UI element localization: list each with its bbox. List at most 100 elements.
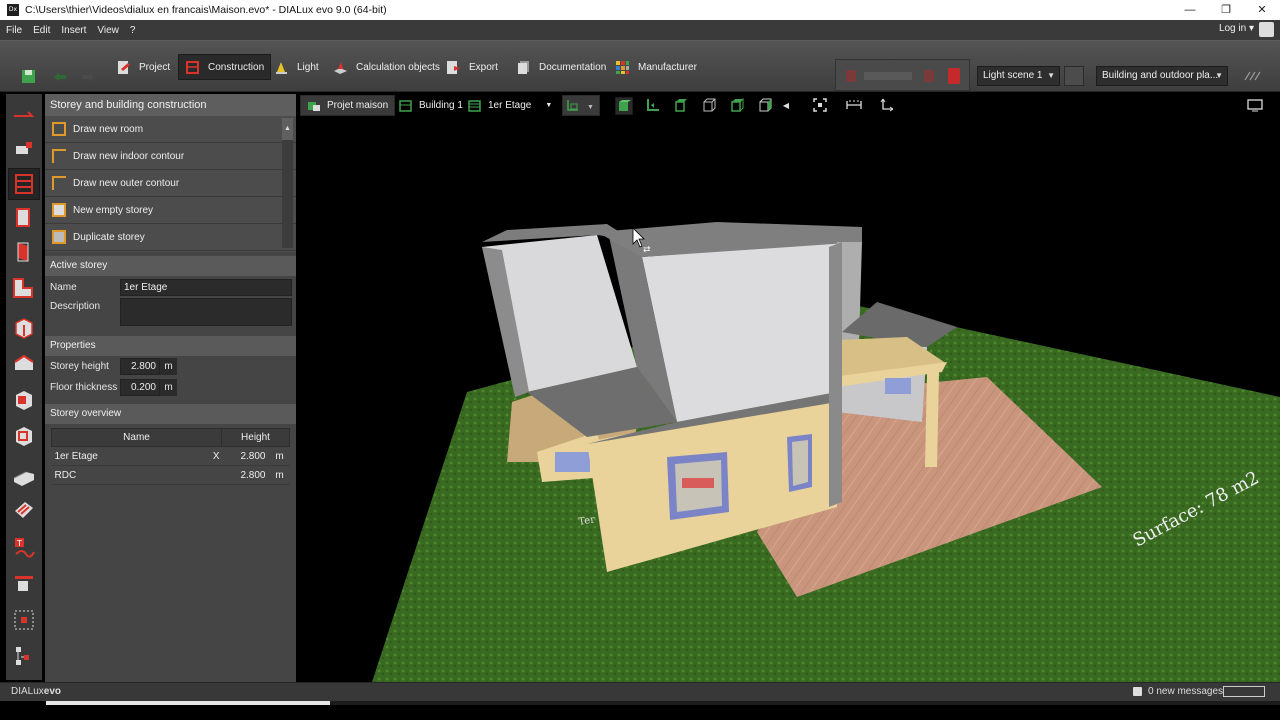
window-element-icon[interactable]: [12, 424, 36, 448]
description-input[interactable]: [120, 298, 292, 326]
room-element-icon[interactable]: [12, 276, 36, 300]
duplicate-storey-label: Duplicate storey: [73, 231, 145, 243]
window-annex: [885, 378, 911, 394]
storey-row-height: 2.800: [221, 446, 270, 466]
grey-column: [829, 242, 842, 507]
selection-icon[interactable]: [12, 608, 36, 632]
3d-viewport[interactable]: Surface: 78 m2 Ter ⇄ Projet maison Build…: [297, 92, 1280, 682]
storey-height-label: Storey height: [50, 361, 109, 372]
ceiling-icon[interactable]: [12, 388, 36, 412]
coordinate-axes-button[interactable]: [879, 97, 897, 115]
delete-storey-icon[interactable]: X: [213, 451, 220, 462]
minimize-button[interactable]: —: [1172, 0, 1208, 20]
login-link[interactable]: Log in ▾: [1219, 23, 1254, 34]
restore-button[interactable]: ❐: [1208, 0, 1244, 20]
project-node-icon: [308, 101, 320, 111]
solid-cube-icon: [619, 100, 631, 111]
breadcrumb-building[interactable]: Building 1: [392, 95, 470, 116]
measure-distance-button[interactable]: [845, 97, 863, 115]
menu-view[interactable]: View: [97, 25, 119, 36]
stairs-icon[interactable]: [12, 464, 36, 488]
save-icon[interactable]: [21, 69, 36, 84]
wireframe-icon: [703, 98, 716, 112]
rotate-cursor-icon: ⇄: [643, 245, 651, 255]
menu-insert[interactable]: Insert: [61, 25, 86, 36]
tab-documentation-label: Documentation: [539, 61, 607, 73]
wall-icon[interactable]: [12, 206, 36, 230]
menu-file[interactable]: File: [6, 25, 22, 36]
command-list-scrollbar[interactable]: ▲: [282, 118, 293, 248]
tab-calculation-objects[interactable]: Calculation objects: [327, 54, 446, 80]
collapse-left-icon[interactable]: ◀: [781, 97, 791, 115]
light-scene-select[interactable]: Light scene 1 ▼: [977, 66, 1060, 86]
building-site-icon[interactable]: [12, 102, 36, 126]
menu-help[interactable]: ?: [130, 25, 136, 36]
cube-icon[interactable]: [12, 316, 36, 340]
tab-export[interactable]: Export: [440, 54, 504, 80]
section-icon[interactable]: [12, 572, 36, 596]
user-avatar-icon[interactable]: [1259, 22, 1274, 37]
floor-thickness-input[interactable]: 0.200: [120, 379, 160, 396]
redo-icon[interactable]: [80, 71, 96, 81]
new-empty-storey-command[interactable]: New empty storey: [45, 197, 296, 224]
3d-scene[interactable]: Surface: 78 m2 Ter ⇄: [297, 92, 1280, 682]
breadcrumb-storey[interactable]: 1er Etage ▼: [461, 95, 559, 116]
door-icon[interactable]: [12, 240, 36, 264]
view-outline-button[interactable]: [757, 97, 775, 115]
tab-manufacturer-label: Manufacturer: [638, 61, 697, 73]
undo-icon[interactable]: [52, 71, 68, 81]
active-storey-header: Active storey: [45, 256, 296, 276]
breadcrumb-building-label: Building 1: [419, 100, 463, 111]
storey-icon: [15, 174, 33, 194]
room-draw-icon: [52, 122, 66, 136]
breadcrumb-project[interactable]: Projet maison: [300, 95, 396, 116]
window-left: [555, 452, 590, 472]
new-empty-storey-label: New empty storey: [73, 204, 154, 216]
construction-icon: [186, 60, 199, 74]
tab-project[interactable]: Project: [110, 54, 176, 80]
view-mode-value: Building and outdoor pla...: [1102, 70, 1219, 81]
view-filter-button[interactable]: ▼: [562, 95, 600, 116]
draw-outer-contour-command[interactable]: Draw new outer contour: [45, 170, 296, 197]
luminaire-icon[interactable]: [948, 68, 960, 84]
title-bar: Dx C:\Users\thier\Videos\dialux en franc…: [0, 0, 1280, 20]
menu-edit[interactable]: Edit: [33, 25, 50, 36]
ceiling-view-icon: [731, 97, 744, 112]
tab-construction-label: Construction: [208, 61, 265, 73]
measure-icon[interactable]: [12, 644, 36, 668]
view-mode-select[interactable]: Building and outdoor pla... ▼: [1096, 66, 1228, 86]
close-button[interactable]: ✕: [1244, 0, 1280, 20]
view-walls-button[interactable]: [673, 97, 691, 115]
draw-indoor-contour-command[interactable]: Draw new indoor contour: [45, 143, 296, 170]
more-tools-icon[interactable]: [1244, 71, 1264, 81]
text-icon[interactable]: T: [12, 536, 36, 560]
table-row[interactable]: RDC 2.800 m: [51, 465, 290, 485]
scroll-up-icon[interactable]: ▲: [282, 118, 293, 140]
storey-name-input[interactable]: 1er Etage: [120, 278, 292, 296]
tab-light[interactable]: Light: [268, 54, 325, 80]
outer-contour-icon: [52, 176, 66, 190]
duplicate-storey-command[interactable]: Duplicate storey: [45, 224, 296, 251]
view-solid-button[interactable]: [615, 97, 633, 115]
breadcrumb-project-label: Projet maison: [327, 100, 389, 111]
view-floor-button[interactable]: [645, 97, 663, 115]
zoom-extents-button[interactable]: [812, 97, 830, 115]
view-wireframe-button[interactable]: [701, 97, 719, 115]
tab-manufacturer[interactable]: Manufacturer: [609, 54, 703, 80]
draw-new-room-command[interactable]: Draw new room: [45, 116, 296, 143]
outdoor-object-icon[interactable]: [12, 136, 36, 160]
scene-settings-button[interactable]: [1064, 66, 1084, 86]
view-ceiling-button[interactable]: [729, 97, 747, 115]
storey-height-input[interactable]: 2.800: [120, 358, 160, 375]
storey-construction-tool[interactable]: [8, 168, 40, 200]
delete-scene-icon: [924, 70, 934, 82]
roof-icon[interactable]: [12, 352, 36, 376]
tab-construction[interactable]: Construction: [178, 54, 272, 80]
building-node-icon: [399, 99, 412, 112]
messages-count[interactable]: 0 new messages: [1148, 686, 1223, 697]
fullscreen-button[interactable]: [1247, 97, 1265, 115]
table-row[interactable]: 1er Etage X 2.800 m: [51, 446, 290, 466]
message-icon[interactable]: [1133, 687, 1142, 696]
tab-documentation[interactable]: Documentation: [510, 54, 612, 80]
furniture-icon[interactable]: [12, 498, 36, 522]
